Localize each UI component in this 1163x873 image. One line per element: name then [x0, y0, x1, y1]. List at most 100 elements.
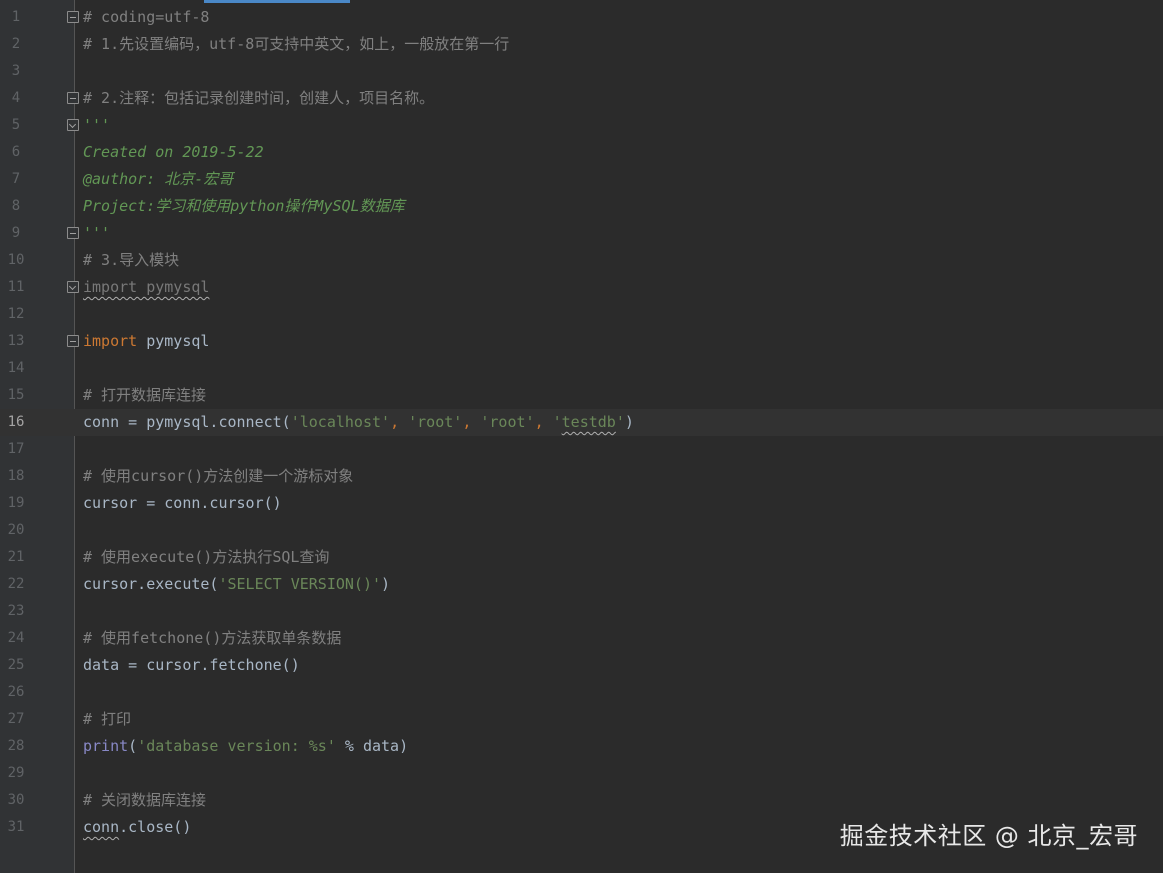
- code-text[interactable]: import pymysql: [83, 328, 209, 355]
- code-text[interactable]: # 使用cursor()方法创建一个游标对象: [83, 463, 353, 490]
- code-text[interactable]: # 使用execute()方法执行SQL查询: [83, 544, 329, 571]
- code-token-comment: # 打印: [83, 710, 132, 728]
- code-line[interactable]: 16 conn = pymysql.connect('localhost', 'r…: [0, 409, 1163, 436]
- code-token-plain: % data): [335, 737, 409, 755]
- code-line[interactable]: 28 print('database version: %s' % data): [0, 733, 1163, 760]
- code-text[interactable]: # 关闭数据库连接: [83, 787, 206, 814]
- code-text[interactable]: import pymysql: [83, 274, 209, 301]
- code-line[interactable]: 19 cursor = conn.cursor(): [0, 490, 1163, 517]
- code-line[interactable]: 25 data = cursor.fetchone(): [0, 652, 1163, 679]
- line-number: 10: [7, 252, 25, 268]
- code-token-comment: # 使用cursor()方法创建一个游标对象: [83, 467, 354, 485]
- code-line[interactable]: 13 import pymysql: [0, 328, 1163, 355]
- code-line[interactable]: 5 ''': [0, 112, 1163, 139]
- code-text[interactable]: # 3.导入模块: [83, 247, 179, 274]
- code-token-comment: # 关闭数据库连接: [83, 791, 207, 809]
- code-token-doc: @author: 北京-宏哥: [83, 170, 234, 188]
- code-token-string: 'SELECT VERSION()': [218, 575, 382, 593]
- code-line[interactable]: 8 Project:学习和使用python操作MySQL数据库: [0, 193, 1163, 220]
- code-token-plain: pymysql: [137, 332, 210, 350]
- line-number: 22: [7, 576, 25, 592]
- code-text[interactable]: # 2.注释：包括记录创建时间，创建人，项目名称。: [83, 85, 434, 112]
- code-line[interactable]: 23: [0, 598, 1163, 625]
- line-number: 14: [7, 360, 25, 376]
- code-token-string: testdb: [561, 413, 616, 431]
- code-line[interactable]: 11 import pymysql: [0, 274, 1163, 301]
- code-token-comment: # 3.导入模块: [83, 251, 180, 269]
- code-line[interactable]: 18 # 使用cursor()方法创建一个游标对象: [0, 463, 1163, 490]
- code-text[interactable]: # 打印: [83, 706, 131, 733]
- line-number: 20: [7, 522, 25, 538]
- fold-collapse-icon[interactable]: [67, 11, 79, 23]
- line-number: 11: [7, 279, 25, 295]
- code-editor[interactable]: 1 # coding=utf-8 2 # 1.先设置编码，utf-8可支持中英文，如上…: [0, 0, 1163, 873]
- code-token-string: 'localhost': [290, 413, 391, 431]
- code-token-comment: # 使用fetchone()方法获取单条数据: [83, 629, 342, 647]
- line-number: 30: [7, 792, 25, 808]
- code-text[interactable]: # 使用fetchone()方法获取单条数据: [83, 625, 341, 652]
- line-number: 1: [11, 9, 21, 25]
- code-line[interactable]: 14: [0, 355, 1163, 382]
- code-text[interactable]: cursor = conn.cursor(): [83, 490, 282, 517]
- code-line[interactable]: 20: [0, 517, 1163, 544]
- code-line[interactable]: 7 @author: 北京-宏哥: [0, 166, 1163, 193]
- code-line[interactable]: 1 # coding=utf-8: [0, 4, 1163, 31]
- line-number: 7: [11, 171, 21, 187]
- code-text[interactable]: @author: 北京-宏哥: [83, 166, 233, 193]
- code-token-string: ': [552, 413, 562, 431]
- line-number: 21: [7, 549, 25, 565]
- code-token-string: 'root': [480, 413, 535, 431]
- code-line[interactable]: 21 # 使用execute()方法执行SQL查询: [0, 544, 1163, 571]
- code-line[interactable]: 17: [0, 436, 1163, 463]
- code-text[interactable]: Project:学习和使用python操作MySQL数据库: [83, 193, 405, 220]
- code-token-unused: import pymysql: [83, 278, 210, 296]
- code-text[interactable]: cursor.execute('SELECT VERSION()'): [83, 571, 390, 598]
- code-text[interactable]: ''': [83, 112, 110, 139]
- line-number: 19: [7, 495, 25, 511]
- line-number: 24: [7, 630, 25, 646]
- code-text[interactable]: print('database version: %s' % data): [83, 733, 408, 760]
- code-token-doc: ''': [83, 116, 111, 134]
- code-line[interactable]: 30 # 关闭数据库连接: [0, 787, 1163, 814]
- code-line[interactable]: 6 Created on 2019-5-22: [0, 139, 1163, 166]
- code-text[interactable]: data = cursor.fetchone(): [83, 652, 300, 679]
- line-number: 31: [7, 819, 25, 835]
- code-line[interactable]: 3: [0, 58, 1163, 85]
- code-text[interactable]: conn = pymysql.connect('localhost', 'roo…: [83, 409, 634, 436]
- code-text[interactable]: conn.close(): [83, 814, 191, 841]
- code-token-string: ': [615, 413, 625, 431]
- watermark: 掘金技术社区 @ 北京_宏哥: [839, 822, 1138, 850]
- code-token-keyword: import: [83, 332, 138, 350]
- code-text[interactable]: # 1.先设置编码，utf-8可支持中英文，如上，一般放在第一行: [83, 31, 509, 58]
- code-text[interactable]: ''': [83, 220, 110, 247]
- line-number: 5: [11, 117, 21, 133]
- code-token-doc: ''': [83, 224, 111, 242]
- code-line[interactable]: 12: [0, 301, 1163, 328]
- fold-collapse-icon[interactable]: [67, 335, 79, 347]
- code-line[interactable]: 24 # 使用fetchone()方法获取单条数据: [0, 625, 1163, 652]
- line-number: 17: [7, 441, 25, 457]
- code-line[interactable]: 4 # 2.注释：包括记录创建时间，创建人，项目名称。: [0, 85, 1163, 112]
- code-token-plain: conn = pymysql.connect(: [83, 413, 291, 431]
- code-token-comment: # 使用execute()方法执行SQL查询: [83, 548, 330, 566]
- fold-collapse-icon[interactable]: [67, 227, 79, 239]
- code-line[interactable]: 9 ''': [0, 220, 1163, 247]
- code-line[interactable]: 22 cursor.execute('SELECT VERSION()'): [0, 571, 1163, 598]
- line-number: 16: [7, 414, 25, 430]
- code-token-keyword: ,: [534, 413, 553, 431]
- code-line[interactable]: 15 # 打开数据库连接: [0, 382, 1163, 409]
- code-line[interactable]: 27 # 打印: [0, 706, 1163, 733]
- fold-collapse-icon[interactable]: [67, 92, 79, 104]
- line-number: 27: [7, 711, 25, 727]
- code-line[interactable]: 2 # 1.先设置编码，utf-8可支持中英文，如上，一般放在第一行: [0, 31, 1163, 58]
- code-line[interactable]: 26: [0, 679, 1163, 706]
- code-text[interactable]: # 打开数据库连接: [83, 382, 206, 409]
- code-token-plain: conn: [83, 818, 120, 836]
- code-text[interactable]: # coding=utf-8: [83, 4, 209, 31]
- code-line[interactable]: 29: [0, 760, 1163, 787]
- code-line[interactable]: 10 # 3.导入模块: [0, 247, 1163, 274]
- code-text[interactable]: Created on 2019-5-22: [83, 139, 264, 166]
- fold-end-icon[interactable]: [67, 281, 79, 293]
- line-number: 25: [7, 657, 25, 673]
- fold-end-icon[interactable]: [67, 119, 79, 131]
